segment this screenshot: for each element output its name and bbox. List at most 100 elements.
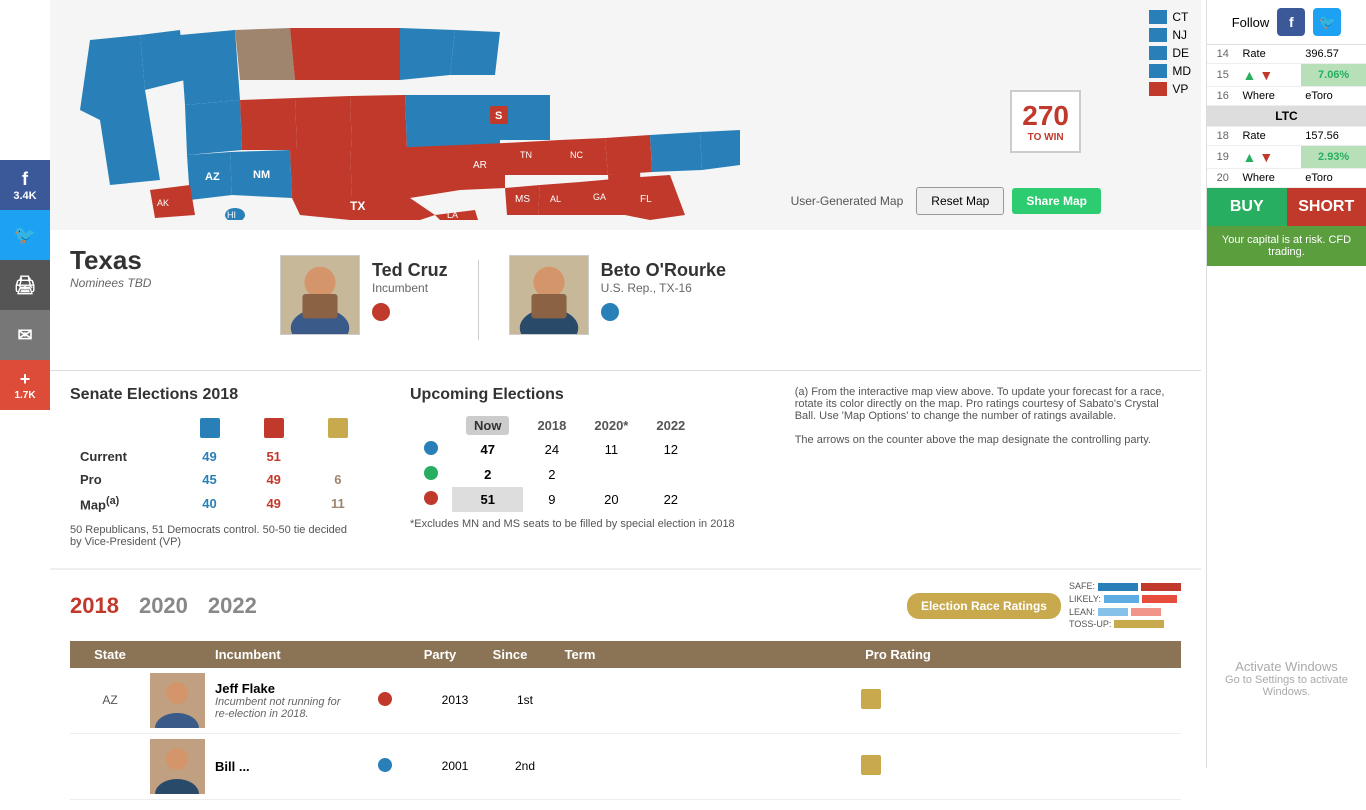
crypto-row-14: 14 Rate 396.57 <box>1207 45 1366 64</box>
facebook-button[interactable]: f 3.4K <box>0 160 50 210</box>
year-tab-2020[interactable]: 2020 <box>139 593 188 619</box>
state-id[interactable] <box>185 100 242 155</box>
senate-pro-blue: 45 <box>177 468 241 491</box>
upcoming-dot-green <box>410 462 452 487</box>
state-mn[interactable] <box>345 28 400 80</box>
az-since-cell: 2013 <box>420 693 490 707</box>
state-ne[interactable] <box>295 96 352 150</box>
upcoming-dot-blue <box>410 437 452 462</box>
upcoming-2020-green <box>580 462 642 487</box>
legend-label-vp: VP <box>1172 82 1188 96</box>
senate-label-current: Current <box>70 445 177 468</box>
legend-nj: NJ <box>1149 28 1191 42</box>
state-tn-ky[interactable] <box>505 140 560 175</box>
buy-button[interactable]: BUY <box>1207 188 1287 226</box>
upcoming-title: Upcoming Elections <box>410 386 735 404</box>
state-fl[interactable] <box>625 175 685 220</box>
twitter-button[interactable]: 🐦 <box>0 210 50 260</box>
nc-label: NC <box>570 150 583 160</box>
year-tab-2022[interactable]: 2022 <box>208 593 257 619</box>
state-ne-east[interactable] <box>650 132 702 172</box>
az-portrait <box>150 673 205 728</box>
senate-current-blue: 49 <box>177 445 241 468</box>
state-wa[interactable] <box>80 35 150 130</box>
safe-bar-blue <box>1098 583 1138 591</box>
upcoming-row-red: 51 9 20 22 <box>410 487 699 512</box>
upcoming-header-now: Now <box>452 414 523 437</box>
state-wy[interactable] <box>240 98 297 150</box>
race-row-az2: Bill ... 2001 2nd <box>70 734 1181 800</box>
state-nc-sc[interactable] <box>560 138 608 175</box>
header-term: Term <box>545 647 615 662</box>
print-icon: 🖨 <box>14 275 37 296</box>
az-party-dot <box>378 692 392 706</box>
follow-facebook-button[interactable]: f <box>1277 8 1305 36</box>
share-map-button[interactable]: Share Map <box>1012 188 1101 214</box>
state-ca[interactable] <box>100 120 160 185</box>
short-button[interactable]: SHORT <box>1287 188 1366 226</box>
az2-rating-cell <box>560 755 1181 778</box>
email-button[interactable]: ✉ <box>0 310 50 360</box>
year-tab-2018[interactable]: 2018 <box>70 593 119 619</box>
windows-activation: Activate Windows Go to Settings to activ… <box>1207 649 1366 708</box>
crypto-value-15: 7.06% <box>1301 64 1366 87</box>
header-incumbent: Incumbent <box>205 647 405 662</box>
senate-current-tan <box>306 445 370 468</box>
state-mi-up[interactable] <box>450 30 500 75</box>
follow-twitter-button[interactable]: 🐦 <box>1313 8 1341 36</box>
note-text2: The arrows on the counter above the map … <box>795 434 1181 446</box>
state-ia[interactable] <box>350 95 407 150</box>
legend-label-md: MD <box>1172 64 1191 78</box>
candidate2-name: Beto O'Rourke <box>601 260 726 281</box>
activate-windows-sub: Go to Settings to activate Windows. <box>1217 674 1356 698</box>
senate-header-empty <box>70 414 177 445</box>
upcoming-header-dot <box>410 414 452 437</box>
safe-bar-red <box>1141 583 1181 591</box>
state-mt[interactable] <box>180 30 240 105</box>
upcoming-2022-red: 22 <box>642 487 699 512</box>
az-candidate-name: Jeff Flake <box>215 681 350 696</box>
reset-map-button[interactable]: Reset Map <box>916 187 1004 215</box>
state-mo[interactable] <box>410 145 460 198</box>
likely-bar-red <box>1142 595 1177 603</box>
candidate1-portrait <box>281 255 359 334</box>
senate-title: Senate Elections 2018 <box>70 386 370 404</box>
state-co[interactable] <box>290 148 352 198</box>
facebook-count: 3.4K <box>13 190 36 202</box>
crypto-value-20: eToro <box>1301 169 1366 188</box>
state-wi[interactable] <box>400 28 455 80</box>
senate-map-blue: 40 <box>177 491 241 516</box>
tossup-bar <box>1114 620 1164 628</box>
state-sd[interactable] <box>290 28 345 80</box>
race-table-header: State Incumbent Party Since Term Pro Rat… <box>70 641 1181 668</box>
state-ks[interactable] <box>350 147 410 198</box>
senate-header-red <box>242 414 306 445</box>
candidate1-party-dot <box>372 303 390 321</box>
senate-pro-tan: 6 <box>306 468 370 491</box>
nm-label: NM <box>253 169 270 181</box>
upcoming-2022-blue: 12 <box>642 437 699 462</box>
crypto-label-15: ▲ ▼ <box>1238 64 1301 87</box>
state-nj-ny[interactable] <box>700 130 740 170</box>
print-button[interactable]: 🖨 <box>0 260 50 310</box>
state-va[interactable] <box>605 135 652 175</box>
state-or[interactable] <box>140 30 185 90</box>
az-photo <box>150 673 205 728</box>
state-nd[interactable] <box>235 28 295 80</box>
crypto-num-19: 19 <box>1207 146 1238 169</box>
az2-photo <box>150 739 205 794</box>
upcoming-row-green: 2 2 <box>410 462 699 487</box>
crypto-label-18: Rate <box>1238 127 1301 146</box>
elections-section: Senate Elections 2018 <box>50 371 1201 563</box>
plus-button[interactable]: + 1.7K <box>0 360 50 410</box>
plus-icon: + <box>20 369 31 390</box>
likely-label: LIKELY: <box>1069 593 1101 606</box>
state-il[interactable] <box>405 95 455 150</box>
crypto-label-20: Where <box>1238 169 1301 188</box>
candidate1-title: Incumbent <box>372 281 448 295</box>
election-race-ratings-button[interactable]: Election Race Ratings <box>907 593 1061 619</box>
legend-box-md <box>1149 64 1167 78</box>
state-sub: Nominees TBD <box>70 276 260 290</box>
header-prorating: Pro Rating <box>615 647 1181 662</box>
buy-short-bar: BUY SHORT <box>1207 188 1366 226</box>
